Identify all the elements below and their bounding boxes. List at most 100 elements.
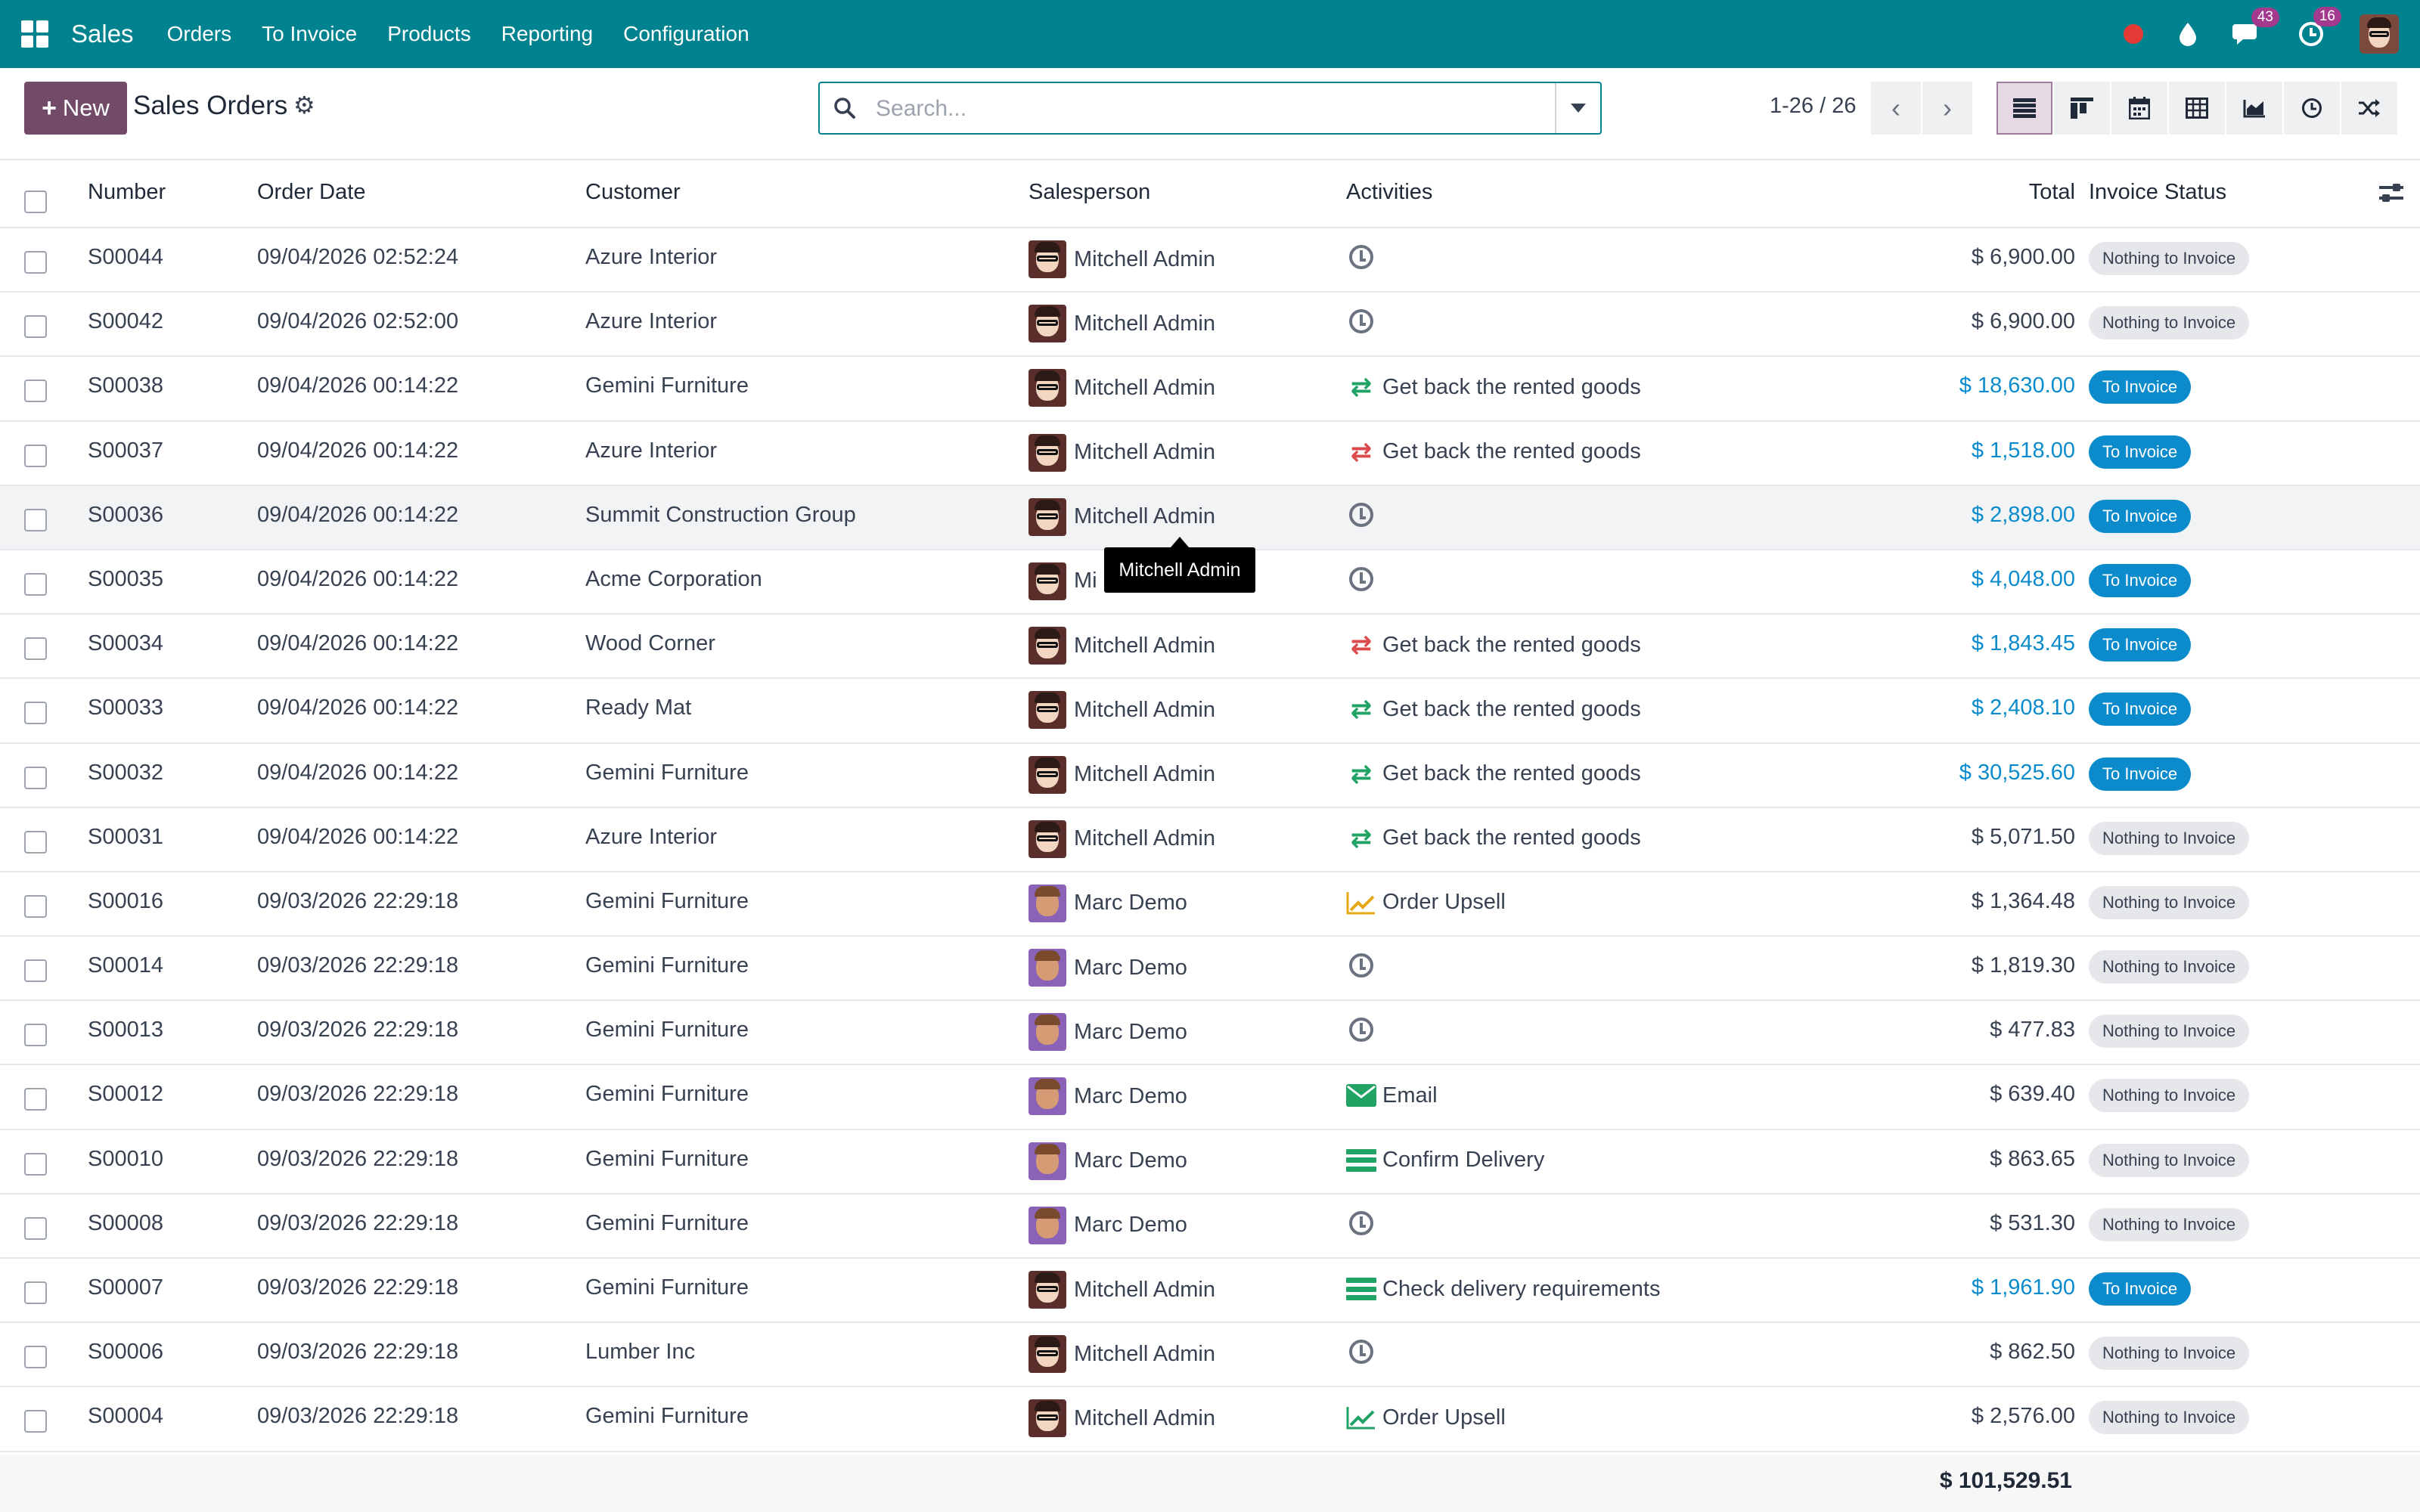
- salesperson[interactable]: Marc Demo: [1028, 1206, 1187, 1244]
- row-checkbox[interactable]: [24, 380, 47, 403]
- table-row[interactable]: S00042 09/04/2026 02:52:00 Azure Interior M…: [0, 293, 2420, 358]
- nav-products[interactable]: Products: [387, 22, 471, 46]
- rental-overdue-icon[interactable]: ⇄: [1346, 438, 1376, 466]
- tasks-icon[interactable]: [1346, 1275, 1376, 1303]
- pivot-view-button[interactable]: [2169, 82, 2225, 135]
- avatar[interactable]: [1028, 755, 1066, 794]
- activity[interactable]: ⇄ Get back the rented goods: [1346, 825, 1641, 852]
- rental-return-icon[interactable]: ⇄: [1346, 761, 1376, 788]
- gear-icon[interactable]: ⚙: [293, 91, 315, 119]
- avatar[interactable]: [1028, 1399, 1066, 1438]
- activity-clock-icon[interactable]: [1349, 566, 1373, 591]
- table-row[interactable]: S00008 09/03/2026 22:29:18 Gemini Furnitur…: [0, 1194, 2420, 1259]
- upsell-chart-icon[interactable]: [1346, 889, 1376, 916]
- salesperson[interactable]: Marc Demo: [1028, 1013, 1187, 1052]
- pager-next-button[interactable]: ›: [1922, 82, 1972, 135]
- avatar[interactable]: [1028, 627, 1066, 665]
- activity[interactable]: ⇄ Get back the rented goods: [1346, 373, 1641, 401]
- nav-reporting[interactable]: Reporting: [501, 22, 593, 46]
- activity[interactable]: Check delivery requirements: [1346, 1275, 1660, 1303]
- new-button[interactable]: + New: [24, 82, 127, 135]
- salesperson[interactable]: Mitchell Admin: [1028, 627, 1215, 665]
- row-checkbox[interactable]: [24, 444, 47, 467]
- table-row[interactable]: S00006 09/03/2026 22:29:18 Lumber Inc Mitch…: [0, 1323, 2420, 1388]
- email-icon[interactable]: [1346, 1082, 1376, 1109]
- optional-columns-icon[interactable]: [2378, 181, 2405, 206]
- table-row[interactable]: S00032 09/04/2026 00:14:22 Gemini Furnitur…: [0, 744, 2420, 808]
- avatar[interactable]: [1028, 1335, 1066, 1374]
- activity-view-button[interactable]: [2284, 82, 2340, 135]
- row-checkbox[interactable]: [24, 572, 47, 596]
- pager-previous-button[interactable]: ‹: [1871, 82, 1921, 135]
- list-view-button[interactable]: [1996, 82, 2052, 135]
- activity-clock-icon[interactable]: [1349, 502, 1373, 527]
- table-row[interactable]: S00016 09/03/2026 22:29:18 Gemini Furnitur…: [0, 872, 2420, 937]
- column-salesperson[interactable]: Salesperson: [1028, 180, 1150, 205]
- status-dot-icon[interactable]: [2124, 24, 2143, 44]
- salesperson[interactable]: Mitchell Admin: [1028, 305, 1215, 343]
- row-checkbox[interactable]: [24, 1024, 47, 1047]
- avatar[interactable]: [1028, 1013, 1066, 1052]
- salesperson[interactable]: Mitchell Admin: [1028, 755, 1215, 794]
- row-checkbox[interactable]: [24, 315, 47, 339]
- column-invoice-status[interactable]: Invoice Status: [2089, 180, 2226, 205]
- nav-orders[interactable]: Orders: [167, 22, 232, 46]
- row-checkbox[interactable]: [24, 1281, 47, 1304]
- table-row[interactable]: S00014 09/03/2026 22:29:18 Gemini Furnitur…: [0, 937, 2420, 1002]
- table-row[interactable]: S00031 09/04/2026 00:14:22 Azure Interior M…: [0, 808, 2420, 872]
- calendar-view-button[interactable]: [2111, 82, 2167, 135]
- salesperson[interactable]: Mitchell Admin: [1028, 240, 1215, 278]
- activity[interactable]: ⇄ Get back the rented goods: [1346, 761, 1641, 788]
- avatar[interactable]: [1028, 562, 1066, 600]
- row-checkbox[interactable]: [24, 1346, 47, 1369]
- column-number[interactable]: Number: [88, 180, 166, 205]
- salesperson[interactable]: Mitchell Admin: [1028, 691, 1215, 730]
- salesperson[interactable]: Marc Demo: [1028, 1077, 1187, 1116]
- row-checkbox[interactable]: [24, 1152, 47, 1176]
- search-input[interactable]: [876, 91, 1519, 127]
- map-view-button[interactable]: [2341, 82, 2397, 135]
- avatar[interactable]: [1028, 691, 1066, 730]
- activity-clock-icon[interactable]: [1349, 1210, 1373, 1235]
- avatar[interactable]: [1028, 497, 1066, 536]
- salesperson[interactable]: Mitchell Admin: [1028, 497, 1215, 536]
- upsell-chart-icon[interactable]: [1346, 1404, 1376, 1431]
- rental-return-icon[interactable]: ⇄: [1346, 825, 1376, 852]
- salesperson[interactable]: Mitchell Admin: [1028, 1335, 1215, 1374]
- chat-icon[interactable]: 43: [2232, 8, 2279, 47]
- activity-clock-icon[interactable]: [1349, 309, 1373, 334]
- nav-to-invoice[interactable]: To Invoice: [262, 22, 357, 46]
- row-checkbox[interactable]: [24, 251, 47, 274]
- avatar[interactable]: [1028, 1142, 1066, 1180]
- app-name[interactable]: Sales: [71, 20, 134, 48]
- activity-clock-icon[interactable]: [1349, 1018, 1373, 1043]
- app-grid-icon[interactable]: [21, 20, 48, 48]
- salesperson[interactable]: Marc Demo: [1028, 884, 1187, 922]
- activity[interactable]: Order Upsell: [1346, 1404, 1506, 1431]
- avatar[interactable]: [1028, 884, 1066, 922]
- activity[interactable]: [1346, 245, 1373, 269]
- search-options-toggle[interactable]: [1555, 83, 1600, 133]
- rental-return-icon[interactable]: ⇄: [1346, 373, 1376, 401]
- column-customer[interactable]: Customer: [585, 180, 681, 205]
- row-checkbox[interactable]: [24, 766, 47, 789]
- activity-clock-icon[interactable]: [1349, 953, 1373, 978]
- activity[interactable]: Email: [1346, 1082, 1438, 1109]
- avatar[interactable]: [1028, 820, 1066, 858]
- table-row[interactable]: S00010 09/03/2026 22:29:18 Gemini Furnitur…: [0, 1130, 2420, 1194]
- row-checkbox[interactable]: [24, 1216, 47, 1240]
- user-avatar[interactable]: [2360, 14, 2399, 54]
- row-checkbox[interactable]: [24, 894, 47, 918]
- activity[interactable]: Order Upsell: [1346, 889, 1506, 916]
- table-row[interactable]: S00034 09/04/2026 00:14:22 Wood Corner Mitc…: [0, 615, 2420, 680]
- table-row[interactable]: S00004 09/03/2026 22:29:18 Gemini Furnitur…: [0, 1387, 2420, 1452]
- activity[interactable]: ⇄ Get back the rented goods: [1346, 696, 1641, 723]
- clock-icon[interactable]: 16: [2297, 7, 2341, 48]
- row-checkbox[interactable]: [24, 1410, 47, 1433]
- activity[interactable]: [1346, 1340, 1373, 1365]
- avatar[interactable]: [1028, 1077, 1066, 1116]
- column-total[interactable]: Total: [2029, 180, 2075, 205]
- droplet-icon[interactable]: [2178, 22, 2198, 46]
- pager-value[interactable]: 1-26 / 26: [1770, 94, 1856, 119]
- row-checkbox[interactable]: [24, 1088, 47, 1111]
